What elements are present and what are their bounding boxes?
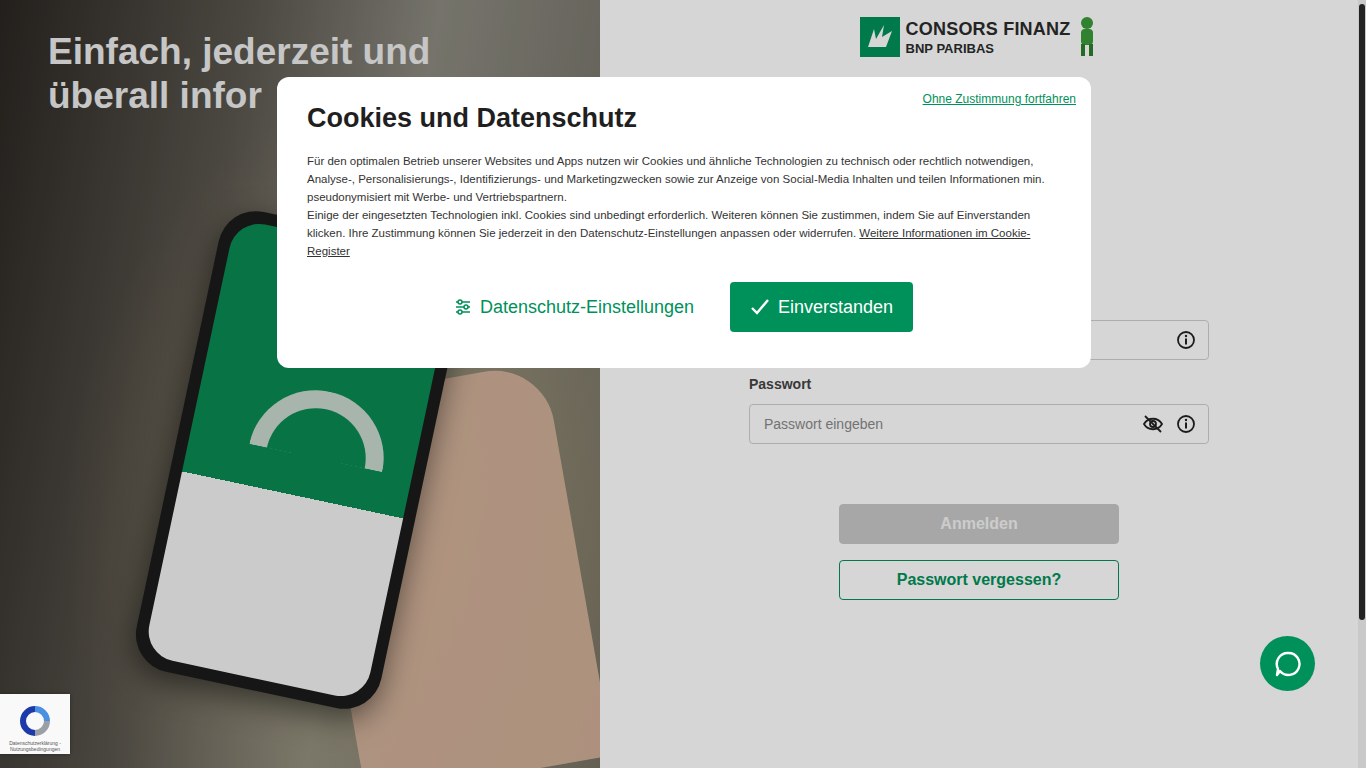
button-label: Einverstanden (778, 297, 893, 318)
skip-link[interactable]: Ohne Zustimmung fortfahren (923, 92, 1076, 106)
dialog-actions: Datenschutz-Einstellungen Einverstanden (307, 282, 1061, 332)
cookie-paragraph: Für den optimalen Betrieb unserer Websit… (307, 152, 1061, 206)
accept-button[interactable]: Einverstanden (730, 282, 913, 332)
privacy-settings-button[interactable]: Datenschutz-Einstellungen (455, 287, 694, 328)
cookie-text: Einige der eingesetzten Technologien ink… (307, 206, 1061, 260)
dialog-title: Cookies und Datenschutz (307, 103, 1061, 134)
recaptcha-icon (16, 702, 54, 740)
chat-button[interactable] (1260, 636, 1315, 691)
chat-bubble-icon (1274, 650, 1302, 678)
recaptcha-links[interactable]: Datenschutzerklärung - Nutzungsbedingung… (0, 740, 70, 752)
button-label: Datenschutz-Einstellungen (480, 297, 694, 318)
recaptcha-badge[interactable]: Datenschutzerklärung - Nutzungsbedingung… (0, 694, 70, 754)
sliders-icon (455, 299, 471, 315)
check-icon (750, 297, 770, 317)
cookie-dialog: Ohne Zustimmung fortfahrenCookies und Da… (277, 77, 1091, 368)
